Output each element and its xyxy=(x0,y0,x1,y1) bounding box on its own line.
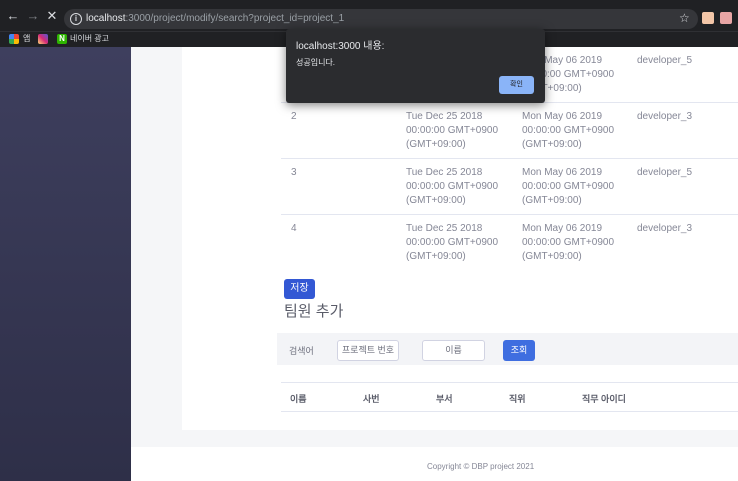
forward-icon[interactable]: → xyxy=(26,9,40,23)
end-date-cell: Mon May 06 2019 00:00:00 GMT+0900 (GMT+0… xyxy=(522,111,615,150)
table-header-bottom-border xyxy=(281,411,738,412)
instagram-icon[interactable] xyxy=(38,34,48,44)
end-date-cell: Mon May 06 2019 00:00:00 GMT+0900 (GMT+0… xyxy=(522,167,615,206)
dialog-title: localhost:3000 내용: xyxy=(296,41,385,52)
developer-cell: developer_5 xyxy=(637,167,693,178)
back-icon[interactable]: ← xyxy=(6,9,20,23)
developer-cell: developer_5 xyxy=(637,55,693,66)
number-cell: 4 xyxy=(291,223,297,234)
header-name: 이름 xyxy=(290,394,307,404)
project-number-input[interactable]: 프로젝트 번호 xyxy=(337,340,399,361)
apps-grid-icon[interactable] xyxy=(9,34,19,44)
footer-copyright: Copyright © DBP project 2021 xyxy=(427,462,535,471)
end-date-cell: Mon May 06 2019 00:00:00 GMT+0900 (GMT+0… xyxy=(522,223,615,262)
row-divider xyxy=(281,158,738,159)
number-cell: 3 xyxy=(291,167,297,178)
row-divider xyxy=(281,214,738,215)
developer-cell: developer_3 xyxy=(637,111,693,122)
sidebar xyxy=(0,47,131,481)
header-position: 직위 xyxy=(509,394,526,404)
header-employee-number: 사번 xyxy=(363,394,380,404)
naver-icon[interactable]: N xyxy=(57,34,67,44)
address-bar[interactable]: i localhost:3000/project/modify/search?p… xyxy=(64,9,698,29)
developer-cell: developer_3 xyxy=(637,223,693,234)
section-title: 팀원 추가 xyxy=(284,303,344,320)
number-cell: 2 xyxy=(291,111,297,122)
stop-loading-icon[interactable]: ✕ xyxy=(45,9,59,23)
start-date-cell: Tue Dec 25 2018 00:00:00 GMT+0900 (GMT+0… xyxy=(406,223,499,262)
info-icon[interactable]: i xyxy=(70,13,82,25)
name-input[interactable]: 이름 xyxy=(422,340,485,361)
extension-icon[interactable] xyxy=(702,12,714,24)
search-label: 검색어 xyxy=(289,346,314,356)
save-button[interactable]: 저장 xyxy=(284,279,315,299)
search-button[interactable]: 조회 xyxy=(503,340,535,361)
url-text: localhost:3000/project/modify/search?pro… xyxy=(86,13,345,24)
start-date-cell: Tue Dec 25 2018 00:00:00 GMT+0900 (GMT+0… xyxy=(406,167,499,206)
bookmark-apps[interactable]: 앱 xyxy=(23,33,30,44)
start-date-cell: Tue Dec 25 2018 00:00:00 GMT+0900 (GMT+0… xyxy=(406,111,499,150)
bookmark-star-icon[interactable]: ☆ xyxy=(679,11,690,25)
extension-icon[interactable] xyxy=(720,12,732,24)
header-job-id: 직무 아이디 xyxy=(582,394,626,404)
bookmark-naver-ads[interactable]: 네이버 광고 xyxy=(70,33,109,44)
header-department: 부서 xyxy=(436,394,453,404)
dialog-message: 성공입니다. xyxy=(296,58,336,67)
dialog-ok-button[interactable]: 확인 xyxy=(499,76,534,94)
table-header-top-border xyxy=(281,382,738,383)
alert-dialog: localhost:3000 내용: 성공입니다. 확인 xyxy=(286,29,545,103)
